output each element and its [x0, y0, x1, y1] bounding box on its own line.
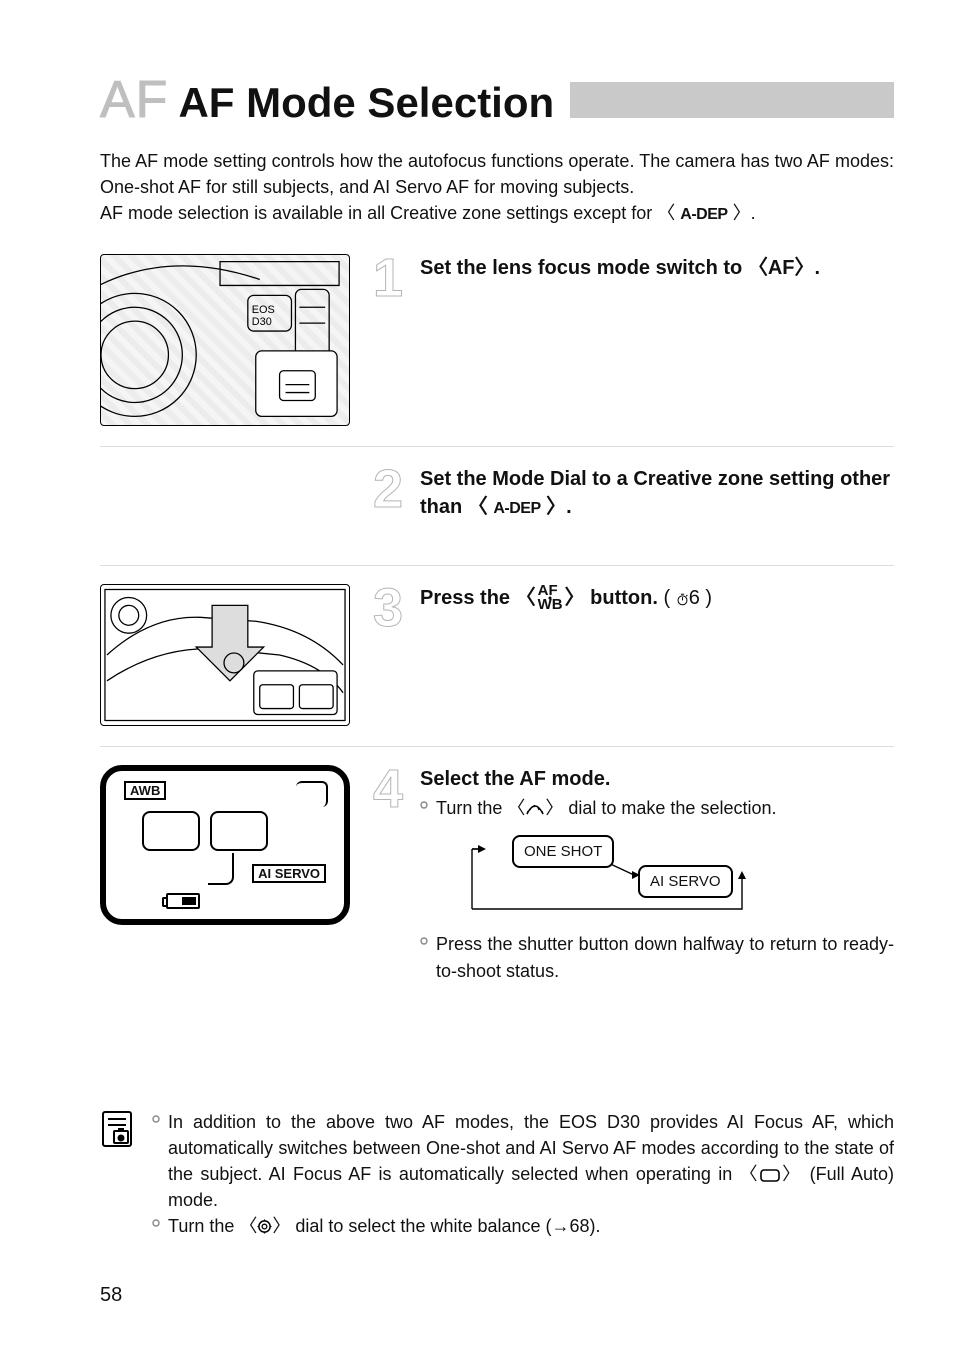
divider	[100, 565, 894, 566]
adep-label: A-DEP	[680, 206, 727, 223]
svg-text:EOS: EOS	[252, 305, 275, 317]
bullet-icon	[152, 1115, 160, 1123]
aiservo-box: AI SERVO	[638, 865, 733, 898]
intro-line1: The AF mode setting controls how the aut…	[100, 151, 894, 197]
divider	[100, 446, 894, 447]
step-4-number: 4	[368, 765, 408, 814]
lcd-panel	[142, 811, 200, 851]
step-4-bullet1-post: 〉 dial to make the selection.	[545, 798, 776, 818]
lcd-screen-illustration: AWB AI SERVO	[100, 765, 350, 925]
step-3-text: 3 Press the 〈 AF WB 〉 button. ( 6 )	[368, 584, 894, 633]
main-dial-icon	[525, 802, 545, 816]
step-1-body: Set the lens focus mode switch to 〈AF〉.	[420, 254, 894, 282]
step-4-bullet1-pre: Turn the 〈	[436, 798, 525, 818]
step-1-heading-bold: AF	[768, 257, 795, 279]
timer-icon	[676, 586, 689, 614]
step-3: 3 Press the 〈 AF WB 〉 button. ( 6 )	[100, 584, 894, 726]
camera-top-illustration	[100, 584, 350, 726]
step-1-illustration: EOS D30	[100, 254, 350, 426]
svg-text:D30: D30	[252, 316, 272, 328]
step-4-text: 4 Select the AF mode. Turn the 〈 〉 dial …	[368, 765, 894, 983]
page-title-row: AF AF Mode Selection	[100, 70, 894, 130]
timer-seconds: 6	[689, 587, 700, 609]
lcd-awb-label: AWB	[124, 781, 166, 800]
step-3-heading-mid: 〉 button.	[565, 587, 658, 609]
step-2-body: Set the Mode Dial to a Creative zone set…	[420, 465, 894, 521]
step-1: EOS D30 1 Set the lens focus	[100, 254, 894, 426]
step-3-illustration	[100, 584, 350, 726]
step-2-spacer	[100, 465, 350, 545]
step-3-body: Press the 〈 AF WB 〉 button. ( 6 )	[420, 584, 894, 614]
note-b2-pre: Turn the 〈	[168, 1216, 257, 1236]
full-auto-rect-icon	[760, 1169, 780, 1182]
lcd-aiservo-label: AI SERVO	[252, 864, 326, 883]
afwb-wb: WB	[538, 598, 563, 612]
step-4-bullet1: Turn the 〈 〉 dial to make the selection.	[420, 795, 894, 821]
lcd-panel	[210, 811, 268, 851]
lcd-corner-shape	[296, 781, 328, 807]
step-4-heading: Select the AF mode.	[420, 765, 894, 793]
step-2: 2 Set the Mode Dial to a Creative zone s…	[100, 465, 894, 545]
camera-front-illustration: EOS D30	[100, 254, 350, 426]
title-prefix: AF	[100, 70, 168, 130]
step-4-bullet2: Press the shutter button down halfway to…	[420, 931, 894, 983]
step-1-number: 1	[368, 254, 408, 303]
step-2-number: 2	[368, 465, 408, 514]
divider	[100, 746, 894, 747]
bullet-icon	[420, 801, 428, 809]
step-2-text: 2 Set the Mode Dial to a Creative zone s…	[368, 465, 894, 521]
step-4-bullet2-text: Press the shutter button down halfway to…	[436, 931, 894, 983]
lcd-hook-shape	[208, 853, 234, 885]
note-icon	[100, 1109, 134, 1149]
step-1-text: 1 Set the lens focus mode switch to 〈AF〉…	[368, 254, 894, 303]
title-main: AF Mode Selection	[178, 79, 554, 127]
bullet-icon	[420, 937, 428, 945]
af-wb-button-icon: AF WB	[538, 584, 563, 613]
intro-line2-post: 〉.	[728, 203, 756, 223]
quick-dial-icon	[257, 1219, 272, 1234]
note-text: In addition to the above two AF modes, t…	[152, 1109, 894, 1239]
note-bullet-1: In addition to the above two AF modes, t…	[152, 1109, 894, 1213]
step-2-heading-pre: Set the Mode Dial to a Creative zone set…	[420, 468, 890, 518]
step-1-heading-pre: Set the lens focus mode switch to 〈	[420, 257, 768, 279]
lcd-battery-icon	[166, 893, 200, 909]
step-4: AWB AI SERVO 4 Select the AF mode.	[100, 765, 894, 983]
intro-paragraph: The AF mode setting controls how the aut…	[100, 148, 894, 226]
step-3-number: 3	[368, 584, 408, 633]
manual-page: AF AF Mode Selection The AF mode setting…	[0, 0, 954, 1349]
step-3-heading-pre: Press the 〈	[420, 587, 536, 609]
bullet-icon	[152, 1219, 160, 1227]
step-1-heading-post: 〉.	[795, 257, 821, 279]
note-block: In addition to the above two AF modes, t…	[100, 1109, 894, 1239]
af-mode-diagram: ONE SHOT AI SERVO	[442, 835, 762, 921]
lcd-panels	[142, 811, 268, 851]
step-2-adep: A-DEP	[493, 500, 540, 517]
oneshot-box: ONE SHOT	[512, 835, 614, 868]
step-4-illustration: AWB AI SERVO	[100, 765, 350, 925]
afwb-dot	[549, 597, 552, 600]
intro-line2-pre: AF mode selection is available in all Cr…	[100, 203, 680, 223]
page-number: 58	[100, 1284, 122, 1307]
note-b2-post: 〉 dial to select the white balance (→68)…	[272, 1216, 600, 1236]
step-2-heading-post: 〉.	[541, 496, 572, 518]
title-bar	[570, 82, 894, 118]
note-bullet-2: Turn the 〈 〉 dial to select the white ba…	[152, 1213, 894, 1239]
step-4-body: Select the AF mode. Turn the 〈 〉 dial to…	[420, 765, 894, 983]
